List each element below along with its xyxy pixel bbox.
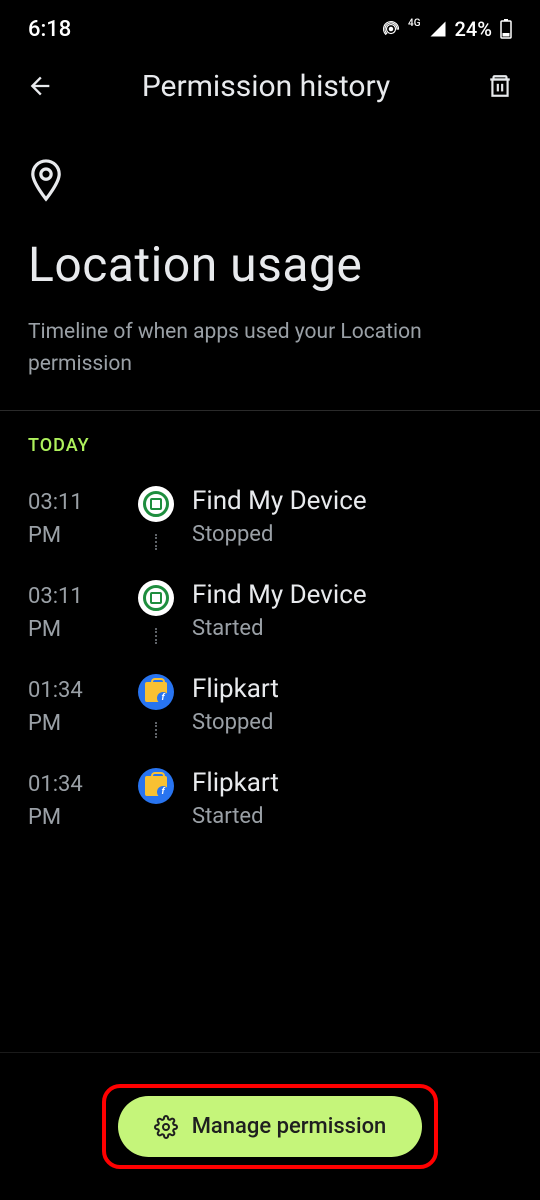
timeline-connector [155,534,157,550]
app-bar: Permission history [0,54,540,118]
highlight-annotation: Manage permission [102,1084,439,1169]
bottom-bar: Manage permission [0,1052,540,1200]
status-time: 6:18 [28,17,71,42]
app-name: Find My Device [192,486,512,516]
timeline-time: 01:34 PM [28,768,120,834]
section-label-today: TODAY [0,411,540,472]
manage-permission-button[interactable]: Manage permission [118,1096,423,1157]
timeline-time: 03:11 PM [28,486,120,552]
delete-button[interactable] [484,70,516,102]
app-icon [138,674,174,710]
network-type: 4G [408,18,421,29]
timeline-icon-column [120,580,192,616]
location-icon [28,158,512,206]
timeline-connector [155,628,157,644]
timeline-icon-column [120,486,192,522]
usage-status: Stopped [192,522,512,547]
trash-icon [487,73,513,99]
timeline-text: Find My Device Stopped [192,486,512,547]
timeline-connector [155,722,157,738]
timeline-text: Find My Device Started [192,580,512,641]
timeline-list: 03:11 PM Find My Device Stopped 03:11 PM… [0,472,540,848]
timeline-row[interactable]: 03:11 PM Find My Device Stopped [28,472,512,566]
gear-icon [154,1115,178,1139]
usage-status: Stopped [192,710,512,735]
timeline-time: 03:11 PM [28,580,120,646]
signal-icon [429,20,447,38]
timeline-icon-column [120,768,192,804]
timeline-text: Flipkart Started [192,768,512,829]
find-my-device-icon [143,491,169,517]
app-name: Flipkart [192,674,512,704]
app-icon [138,768,174,804]
timeline-time: 01:34 PM [28,674,120,740]
timeline-row[interactable]: 03:11 PM Find My Device Started [28,566,512,660]
timeline-row[interactable]: 01:34 PM Flipkart Started [28,754,512,848]
app-icon [138,580,174,616]
app-bar-title: Permission history [48,69,484,104]
page-header: Location usage Timeline of when apps use… [0,118,540,410]
manage-permission-label: Manage permission [192,1114,387,1139]
flipkart-icon [145,776,167,796]
timeline-row[interactable]: 01:34 PM Flipkart Stopped [28,660,512,754]
page-title: Location usage [28,236,512,293]
status-icons: 4G 24% [382,17,512,41]
hotspot-icon [382,20,400,38]
timeline-icon-column [120,674,192,710]
app-name: Flipkart [192,768,512,798]
status-bar: 6:18 4G 24% [0,0,540,54]
usage-status: Started [192,616,512,641]
page-subtitle: Timeline of when apps used your Location… [28,317,512,380]
flipkart-icon [145,682,167,702]
find-my-device-icon [143,585,169,611]
battery-percent: 24% [455,17,492,41]
usage-status: Started [192,804,512,829]
timeline-text: Flipkart Stopped [192,674,512,735]
app-name: Find My Device [192,580,512,610]
battery-icon [500,19,512,39]
app-icon [138,486,174,522]
